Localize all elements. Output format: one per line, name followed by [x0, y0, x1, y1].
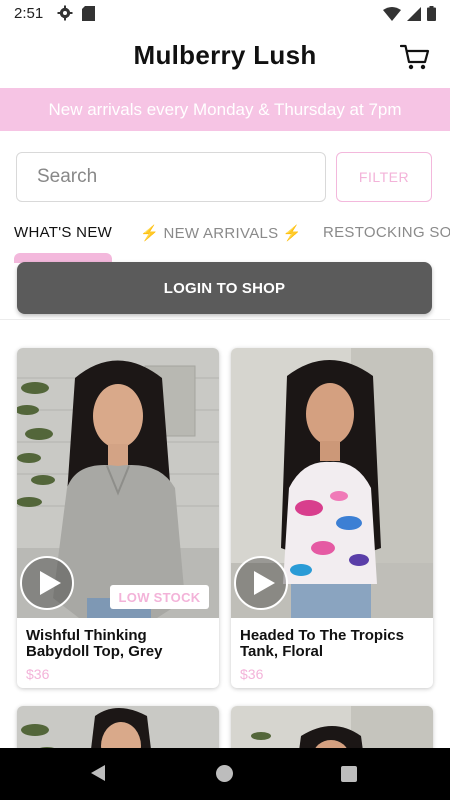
play-video-button[interactable]	[20, 556, 74, 610]
search-placeholder: Search	[37, 166, 98, 187]
play-icon	[40, 571, 61, 595]
battery-icon	[427, 6, 436, 21]
recents-icon[interactable]	[341, 766, 357, 782]
system-nav-bar	[0, 748, 450, 800]
product-image[interactable]: LOW STOCK	[17, 348, 219, 618]
product-price: $36	[26, 666, 50, 682]
filter-button[interactable]: FILTER	[336, 152, 432, 202]
login-to-shop-button[interactable]: LOGIN TO SHOP	[17, 262, 432, 314]
store-title: Mulberry Lush	[133, 40, 317, 70]
settings-icon	[57, 5, 73, 21]
play-icon	[254, 571, 275, 595]
status-bar: 2:51	[0, 0, 450, 28]
product-title[interactable]: Wishful Thinking Babydoll Top, Grey	[26, 628, 214, 660]
search-input[interactable]: Search	[16, 152, 326, 202]
back-icon[interactable]	[90, 764, 106, 782]
product-card[interactable]: Headed To The Tropics Tank, Floral $36	[231, 348, 433, 688]
sd-card-icon	[82, 6, 95, 21]
status-time: 2:51	[14, 5, 44, 22]
product-price: $36	[240, 666, 264, 682]
wifi-icon	[383, 6, 401, 21]
home-icon[interactable]	[216, 765, 233, 782]
signal-icon	[407, 6, 421, 21]
tab-restocking-soon[interactable]: RESTOCKING SOO	[323, 224, 450, 241]
app-header: Mulberry Lush	[0, 28, 450, 88]
low-stock-badge: LOW STOCK	[110, 585, 209, 609]
promo-text: New arrivals every Monday & Thursday at …	[48, 99, 402, 119]
play-video-button[interactable]	[234, 556, 288, 610]
product-title[interactable]: Headed To The Tropics Tank, Floral	[240, 628, 428, 660]
cart-icon[interactable]	[400, 42, 430, 72]
promo-banner: New arrivals every Monday & Thursday at …	[0, 88, 450, 131]
tab-new-arrivals[interactable]: ⚡ NEW ARRIVALS ⚡	[140, 224, 302, 242]
product-card[interactable]: LOW STOCK Wishful Thinking Babydoll Top,…	[17, 348, 219, 688]
product-image[interactable]	[231, 348, 433, 618]
tab-whats-new[interactable]: WHAT'S NEW	[14, 224, 112, 241]
